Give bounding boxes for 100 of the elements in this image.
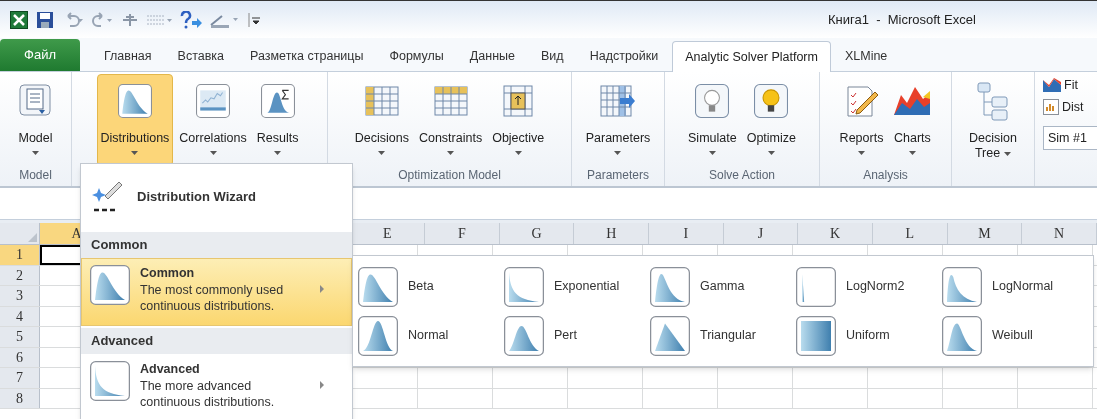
- button-label: Decisions: [354, 131, 409, 146]
- ribbon-tab[interactable]: Вид: [529, 41, 576, 71]
- ribbon-button[interactable]: Constraints: [414, 74, 487, 166]
- menu-section-header: Common: [81, 232, 352, 258]
- row-header[interactable]: 7: [0, 368, 40, 388]
- ribbon-button[interactable]: Distributions: [96, 74, 174, 166]
- row-header[interactable]: 5: [0, 327, 40, 347]
- group-label: Parameters: [586, 167, 650, 184]
- button-label: Constraints: [418, 131, 483, 146]
- ribbon-tab[interactable]: XLMine: [832, 41, 900, 71]
- ribbon-tab[interactable]: Надстройки: [577, 41, 671, 71]
- distribution-option[interactable]: Weibull: [942, 311, 1088, 360]
- ribbon-tab[interactable]: Данные: [457, 41, 528, 71]
- column-header[interactable]: H: [574, 223, 650, 244]
- grid-icon: [433, 86, 468, 116]
- ribbon-button[interactable]: Simulate: [684, 74, 741, 166]
- distribution-curve-icon: [117, 84, 152, 118]
- button-label: Tree: [974, 146, 1001, 161]
- group-label: Solve Action: [707, 167, 776, 184]
- column-header[interactable]: J: [723, 223, 799, 244]
- column-header[interactable]: F: [425, 223, 500, 244]
- ribbon-tab[interactable]: Формулы: [377, 41, 456, 71]
- distribution-curve-icon: [358, 315, 398, 356]
- ribbon-button[interactable]: Reports: [835, 74, 888, 166]
- caret-icon: [614, 151, 622, 155]
- group-label: Analysis: [862, 167, 909, 184]
- small-ribbon-button[interactable]: Fit: [1043, 76, 1097, 94]
- column-header[interactable]: M: [947, 223, 1023, 244]
- column-header[interactable]: L: [873, 223, 948, 244]
- caret-icon: [209, 151, 217, 155]
- ribbon-button[interactable]: Objective: [488, 74, 549, 166]
- submenu-arrow-icon: [320, 381, 324, 389]
- distribution-curve-icon: [942, 315, 982, 356]
- small-ribbon-button[interactable]: Dist: [1043, 98, 1097, 116]
- menu-item-title: Common: [140, 265, 196, 282]
- distribution-curve-icon: [942, 266, 982, 307]
- button-label: Model: [18, 131, 53, 146]
- button-label: Simulate: [688, 131, 737, 146]
- save-icon[interactable]: [36, 10, 54, 29]
- distribution-curve-icon: [650, 266, 690, 307]
- group-label: Model: [18, 167, 53, 184]
- button-label: Decision: [969, 131, 1017, 146]
- distribution-curve-icon: [90, 361, 130, 401]
- ribbon-tab[interactable]: Analytic Solver Platform: [672, 41, 831, 72]
- column-header[interactable]: K: [798, 223, 873, 244]
- split-icon[interactable]: [122, 11, 138, 28]
- caret-icon: [858, 151, 865, 155]
- column-header[interactable]: G: [499, 223, 575, 244]
- distribution-option[interactable]: Pert: [504, 311, 650, 360]
- row-header[interactable]: 6: [0, 347, 40, 367]
- column-header[interactable]: N: [1022, 223, 1097, 244]
- customize-toolbar-icon[interactable]: [248, 11, 260, 28]
- distribution-option[interactable]: Beta: [358, 262, 504, 311]
- distribution-option[interactable]: LogNormal: [942, 262, 1088, 311]
- caret-icon: [708, 151, 716, 155]
- simulation-field[interactable]: Sim #1: [1043, 126, 1097, 150]
- menu-item-description: The more advanced continuous distributions.: [140, 378, 276, 410]
- distribution-option[interactable]: Triangular: [650, 311, 796, 360]
- menu-item[interactable]: Common The most commonly used continuous distributions.: [81, 258, 352, 326]
- ribbon-tab[interactable]: Вставка: [165, 41, 237, 71]
- row-header[interactable]: 1: [0, 245, 40, 265]
- grid-arrow-icon: [503, 85, 534, 117]
- chart-icon: [1043, 99, 1059, 115]
- button-label: Distributions: [100, 131, 170, 146]
- column-header[interactable]: I: [649, 223, 724, 244]
- ribbon-tab[interactable]: Главная: [92, 41, 164, 71]
- grid-icon: [364, 86, 399, 116]
- button-label: Objective: [492, 131, 545, 146]
- distribution-option[interactable]: Exponential: [504, 262, 650, 311]
- distribution-curve-icon: [358, 266, 398, 307]
- ribbon-button[interactable]: Decision Tree: [965, 74, 1021, 166]
- caret-icon: [274, 151, 282, 155]
- ribbon-button[interactable]: Model: [14, 74, 57, 166]
- ribbon-button[interactable]: Parameters: [581, 74, 655, 166]
- row-header[interactable]: 2: [0, 265, 40, 285]
- ribbon-button[interactable]: Decisions: [350, 74, 413, 166]
- tree-diagram-icon: [976, 81, 1010, 121]
- caret-icon: [767, 151, 775, 155]
- row-header[interactable]: 8: [0, 388, 40, 408]
- distribution-option[interactable]: Gamma: [650, 262, 796, 311]
- caret-icon: [1004, 151, 1012, 156]
- help-arrow-icon[interactable]: [180, 10, 202, 29]
- file-tab[interactable]: Файл: [0, 39, 80, 71]
- distribution-option[interactable]: Uniform: [796, 311, 942, 360]
- spreadsheet-logo-icon[interactable]: [10, 10, 28, 29]
- menu-item[interactable]: Advanced The more advanced continuous distributions.: [81, 354, 352, 419]
- redo-icon[interactable]: [92, 11, 114, 28]
- light-bulb-icon: [695, 84, 730, 118]
- distribution-option[interactable]: Normal: [358, 311, 504, 360]
- ribbon-tab[interactable]: Разметка страницы: [238, 41, 376, 71]
- ribbon-button[interactable]: Charts: [889, 74, 936, 166]
- ribbon-button[interactable]: Optimize: [742, 74, 800, 166]
- distribution-curve-icon: [650, 315, 690, 356]
- window-title: Книга1 - Microsoft Excel: [828, 10, 976, 29]
- document-icon: [19, 84, 52, 118]
- caret-icon: [514, 151, 522, 155]
- row-header[interactable]: 3: [0, 286, 40, 306]
- row-header[interactable]: 4: [0, 306, 40, 326]
- distribution-option[interactable]: LogNorm2: [796, 262, 942, 311]
- caret-icon: [378, 151, 386, 155]
